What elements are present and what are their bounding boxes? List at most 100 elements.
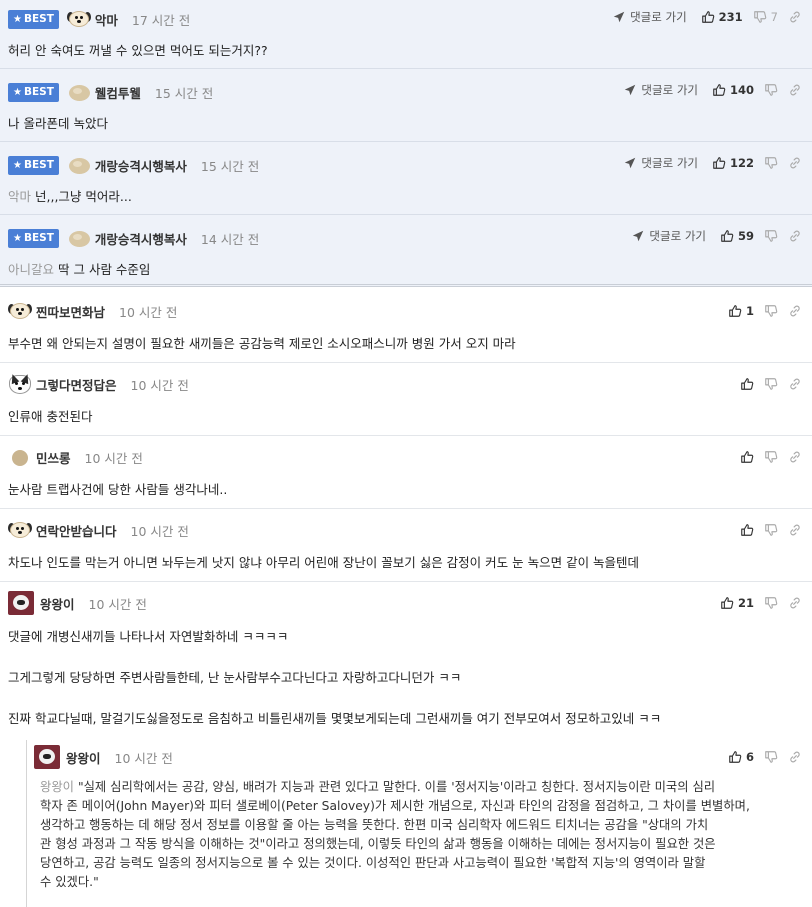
reply-text-line: 학자 존 메이어(John Mayer)와 피터 샐로베이(Peter Salo… [40,799,750,813]
star-icon: ★ [13,13,22,25]
like-button[interactable]: 1 [728,304,754,318]
reply-mention[interactable]: 아니갈요 [8,262,54,277]
copy-link-button[interactable] [788,156,802,170]
dislike-button[interactable] [764,450,778,464]
comment-author[interactable]: 웰컴투웰 [95,83,141,102]
star-icon: ★ [13,159,22,171]
comment-author[interactable]: 민쓰롱 [36,448,71,467]
thumbs-down-icon [764,156,778,170]
like-button[interactable] [740,450,754,464]
link-icon [788,523,802,537]
comment-time: 10 시간 전 [88,596,147,612]
thumbs-down-icon [764,450,778,464]
goto-comment-link[interactable]: 댓글로 가기 [631,228,706,244]
reply-mention[interactable]: 악마 [8,189,31,204]
avatar[interactable] [8,372,32,394]
comment-text-line: 댓글에 개병신새끼들 나타나서 자연발화하네 ㅋㅋㅋㅋ [8,629,289,644]
thumbs-up-icon [728,304,742,318]
copy-link-button[interactable] [788,10,802,24]
comment-author[interactable]: 개랑승격시행복사 [95,156,187,175]
comment-text: 악마 넌,,,그냥 먹어라... [8,189,132,204]
comment: 찐따보면화남 10 시간 전 1 부수면 왜 안되는지 설명이 필요한 새끼들은… [0,290,812,363]
comment-author[interactable]: 찐따보면화남 [36,302,105,321]
avatar[interactable] [67,155,91,175]
dislike-button[interactable] [764,523,778,537]
link-icon [788,156,802,170]
reply-mention[interactable]: 왕왕이 [40,780,74,794]
dislike-button[interactable]: 7 [753,10,778,24]
comment-time: 10 시간 전 [130,523,189,539]
best-comment: ★ BEST 악마 17 시간 전 댓글로 가기 231 7 허리 안 숙여도 꺼… [0,0,812,69]
dislike-button[interactable] [764,83,778,97]
dislike-button[interactable] [764,750,778,764]
comment-text: 부수면 왜 안되는지 설명이 필요한 새끼들은 공감능력 제로인 소시오패스니까… [8,336,516,351]
thumbs-up-icon [720,596,734,610]
avatar[interactable] [66,9,91,29]
like-button[interactable]: 231 [701,10,743,24]
thumbs-down-icon [764,377,778,391]
comment-author[interactable]: 악마 [95,10,118,29]
reply-text: 왕왕이 "실제 심리학에서는 공감, 양심, 배려가 지능과 관련 있다고 말한다… [40,778,800,892]
comment-text: 차도나 인도를 막는거 아니면 놔두는게 낫지 않냐 아무리 어린애 장난이 꼴… [8,555,640,570]
reply-text-line: 수 있겠다." [40,875,99,889]
link-icon [788,596,802,610]
avatar[interactable] [34,745,62,769]
comment: 그렇다면정답은 10 시간 전 인류애 충전된다 [0,363,812,436]
like-button[interactable] [740,523,754,537]
like-button[interactable]: 59 [720,229,754,243]
copy-link-button[interactable] [788,304,802,318]
reply-indent-line [26,740,27,907]
thumbs-down-icon [764,596,778,610]
like-button[interactable]: 21 [720,596,754,610]
avatar[interactable] [67,228,91,248]
comment-author[interactable]: 연락안받습니다 [36,521,117,540]
comment-time: 10 시간 전 [84,450,143,466]
copy-link-button[interactable] [788,596,802,610]
send-arrow-icon [623,156,637,170]
copy-link-button[interactable] [788,523,802,537]
like-button[interactable]: 6 [728,750,754,764]
thumbs-up-icon [720,229,734,243]
comment-text: 허리 안 숙여도 꺼낼 수 있으면 먹어도 되는거지?? [8,43,268,58]
comment-time: 14 시간 전 [200,231,260,247]
comment-author[interactable]: 개랑승격시행복사 [95,229,187,248]
goto-comment-link[interactable]: 댓글로 가기 [623,155,698,171]
like-button[interactable] [740,377,754,391]
dislike-button[interactable] [764,156,778,170]
reply-text-line: 관 형성 과정과 그 작동 방식을 이해하는 것"이라고 정의했는데, 이렇듯 … [40,837,716,851]
thumbs-up-icon [740,450,754,464]
like-button[interactable]: 122 [712,156,754,170]
avatar[interactable] [8,447,32,467]
thumbs-down-icon [764,750,778,764]
dislike-button[interactable] [764,596,778,610]
comment-time: 10 시간 전 [119,304,178,320]
copy-link-button[interactable] [788,377,802,391]
avatar[interactable] [8,520,32,540]
comment-author[interactable]: 왕왕이 [40,594,75,613]
goto-comment-link[interactable]: 댓글로 가기 [612,9,687,25]
comment-author[interactable]: 왕왕이 [66,748,101,767]
reply-text-line: 생각하고 행동하는 데 해당 정서 정보를 이용할 줄 아는 능력을 뜻한다. … [40,818,709,832]
avatar[interactable] [8,591,36,615]
best-comment: ★ BEST 웰컴투웰 15 시간 전 댓글로 가기 140 나 올라폰데 녹았다 [0,69,812,142]
like-button[interactable]: 140 [712,83,754,97]
comment-author[interactable]: 그렇다면정답은 [36,375,117,394]
copy-link-button[interactable] [788,229,802,243]
reply-comment: 왕왕이 10 시간 전 6 왕왕이 "실제 심리학에서는 공감, 양심, 배려가 … [0,740,812,907]
send-arrow-icon [623,83,637,97]
copy-link-button[interactable] [788,750,802,764]
dislike-button[interactable] [764,229,778,243]
avatar[interactable] [67,82,91,102]
copy-link-button[interactable] [788,83,802,97]
thumbs-down-icon [764,83,778,97]
thumbs-down-icon [764,523,778,537]
goto-comment-link[interactable]: 댓글로 가기 [623,82,698,98]
best-badge: ★ BEST [8,9,59,29]
avatar[interactable] [8,301,32,321]
thumbs-up-icon [740,523,754,537]
copy-link-button[interactable] [788,450,802,464]
dislike-button[interactable] [764,377,778,391]
dislike-button[interactable] [764,304,778,318]
comment-text: 아니갈요 딱 그 사람 수준임 [8,262,151,277]
comment: 연락안받습니다 10 시간 전 차도나 인도를 막는거 아니면 놔두는게 낫지 … [0,509,812,582]
